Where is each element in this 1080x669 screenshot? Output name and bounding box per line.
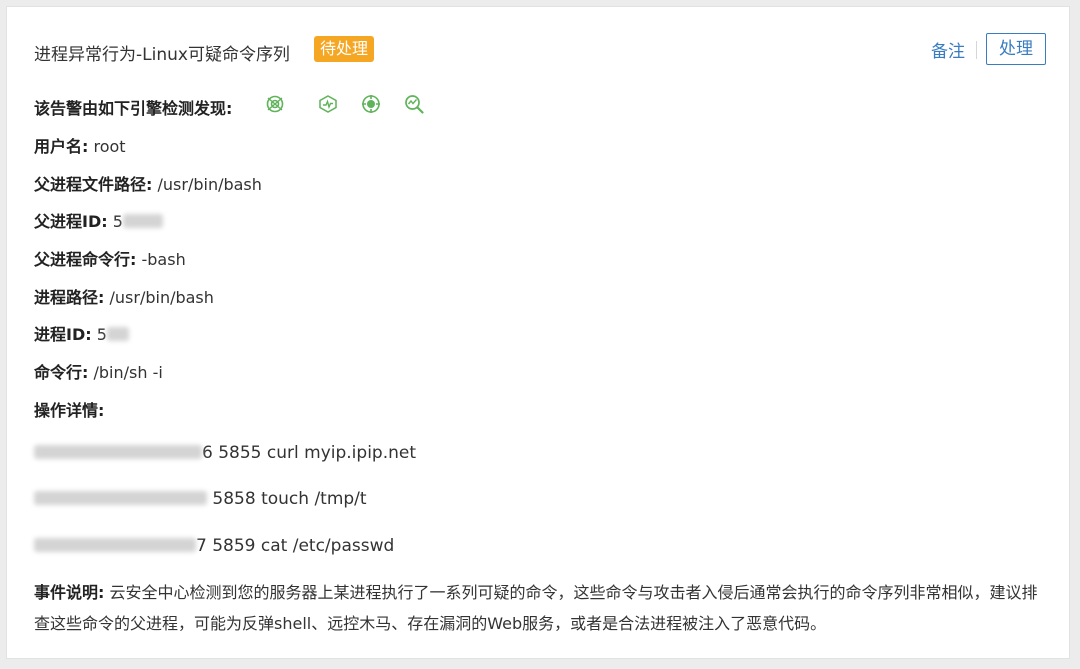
field-operations: 操作详情: <box>34 397 104 421</box>
field-process-path: 进程路径: /usr/bin/bash <box>34 284 214 308</box>
field-parent-path-label: 父进程文件路径: <box>34 175 153 194</box>
field-parent-cmd-value: -bash <box>141 250 186 269</box>
engine-detection-icon-3[interactable] <box>361 94 381 114</box>
redacted-operation-prefix <box>34 538 196 552</box>
field-parent-pid-label: 父进程ID: <box>34 212 108 231</box>
event-description: 事件说明: 云安全中心检测到您的服务器上某进程执行了一系列可疑的命令，这些命令与… <box>34 577 1046 639</box>
field-operations-label: 操作详情: <box>34 401 105 420</box>
field-pid: 进程ID: 5 <box>34 321 129 345</box>
field-username-label: 用户名: <box>34 137 89 156</box>
field-cmd-label: 命令行: <box>34 363 89 382</box>
field-parent-pid-value: 5 <box>112 212 123 231</box>
engines-label: 该告警由如下引擎检测发现: <box>34 99 233 118</box>
redacted-pid <box>106 327 129 341</box>
engine-detection-icon-4[interactable] <box>404 94 424 114</box>
field-parent-path: 父进程文件路径: /usr/bin/bash <box>34 171 262 195</box>
note-button[interactable]: 备注 <box>931 37 965 62</box>
operation-line: 5858 touch /tmp/t <box>34 489 367 509</box>
field-process-path-label: 进程路径: <box>34 288 105 307</box>
field-parent-pid: 父进程ID: 5 <box>34 208 163 232</box>
field-username-value: root <box>93 137 126 156</box>
redacted-operation-prefix <box>34 491 207 505</box>
operation-prefix: 7 <box>196 536 207 556</box>
alert-title: 进程异常行为-Linux可疑命令序列 <box>34 45 290 65</box>
header-divider <box>976 41 977 59</box>
field-process-path-value: /usr/bin/bash <box>109 288 214 307</box>
field-parent-cmd-label: 父进程命令行: <box>34 250 137 269</box>
event-description-text: 云安全中心检测到您的服务器上某进程执行了一系列可疑的命令，这些命令与攻击者入侵后… <box>34 583 1038 633</box>
operation-line: 6 5855 curl myip.ipip.net <box>34 443 416 463</box>
field-cmd: 命令行: /bin/sh -i <box>34 359 163 383</box>
redacted-operation-prefix <box>34 445 202 459</box>
operation-text: 5858 touch /tmp/t <box>212 489 367 509</box>
engine-detection-icon-2[interactable] <box>318 94 338 114</box>
redacted-parent-pid <box>122 214 163 228</box>
field-pid-label: 进程ID: <box>34 325 92 344</box>
operation-text: 5855 curl myip.ipip.net <box>218 443 417 463</box>
field-parent-cmd: 父进程命令行: -bash <box>34 246 186 270</box>
operation-line: 7 5859 cat /etc/passwd <box>34 536 394 556</box>
field-username: 用户名: root <box>34 133 126 157</box>
handle-button[interactable]: 处理 <box>986 33 1046 65</box>
field-cmd-value: /bin/sh -i <box>93 363 163 382</box>
engines-row: 该告警由如下引擎检测发现: <box>34 95 232 119</box>
alert-detail-card: 进程异常行为-Linux可疑命令序列 待处理 备注 处理 该告警由如下引擎检测发… <box>6 6 1070 659</box>
engine-detection-icon-1[interactable] <box>265 94 285 114</box>
field-parent-path-value: /usr/bin/bash <box>157 175 262 194</box>
event-description-label: 事件说明: <box>34 583 105 602</box>
operation-prefix: 6 <box>202 443 213 463</box>
field-pid-value: 5 <box>96 325 107 344</box>
operation-text: 5859 cat /etc/passwd <box>212 536 395 556</box>
status-badge: 待处理 <box>314 36 375 62</box>
